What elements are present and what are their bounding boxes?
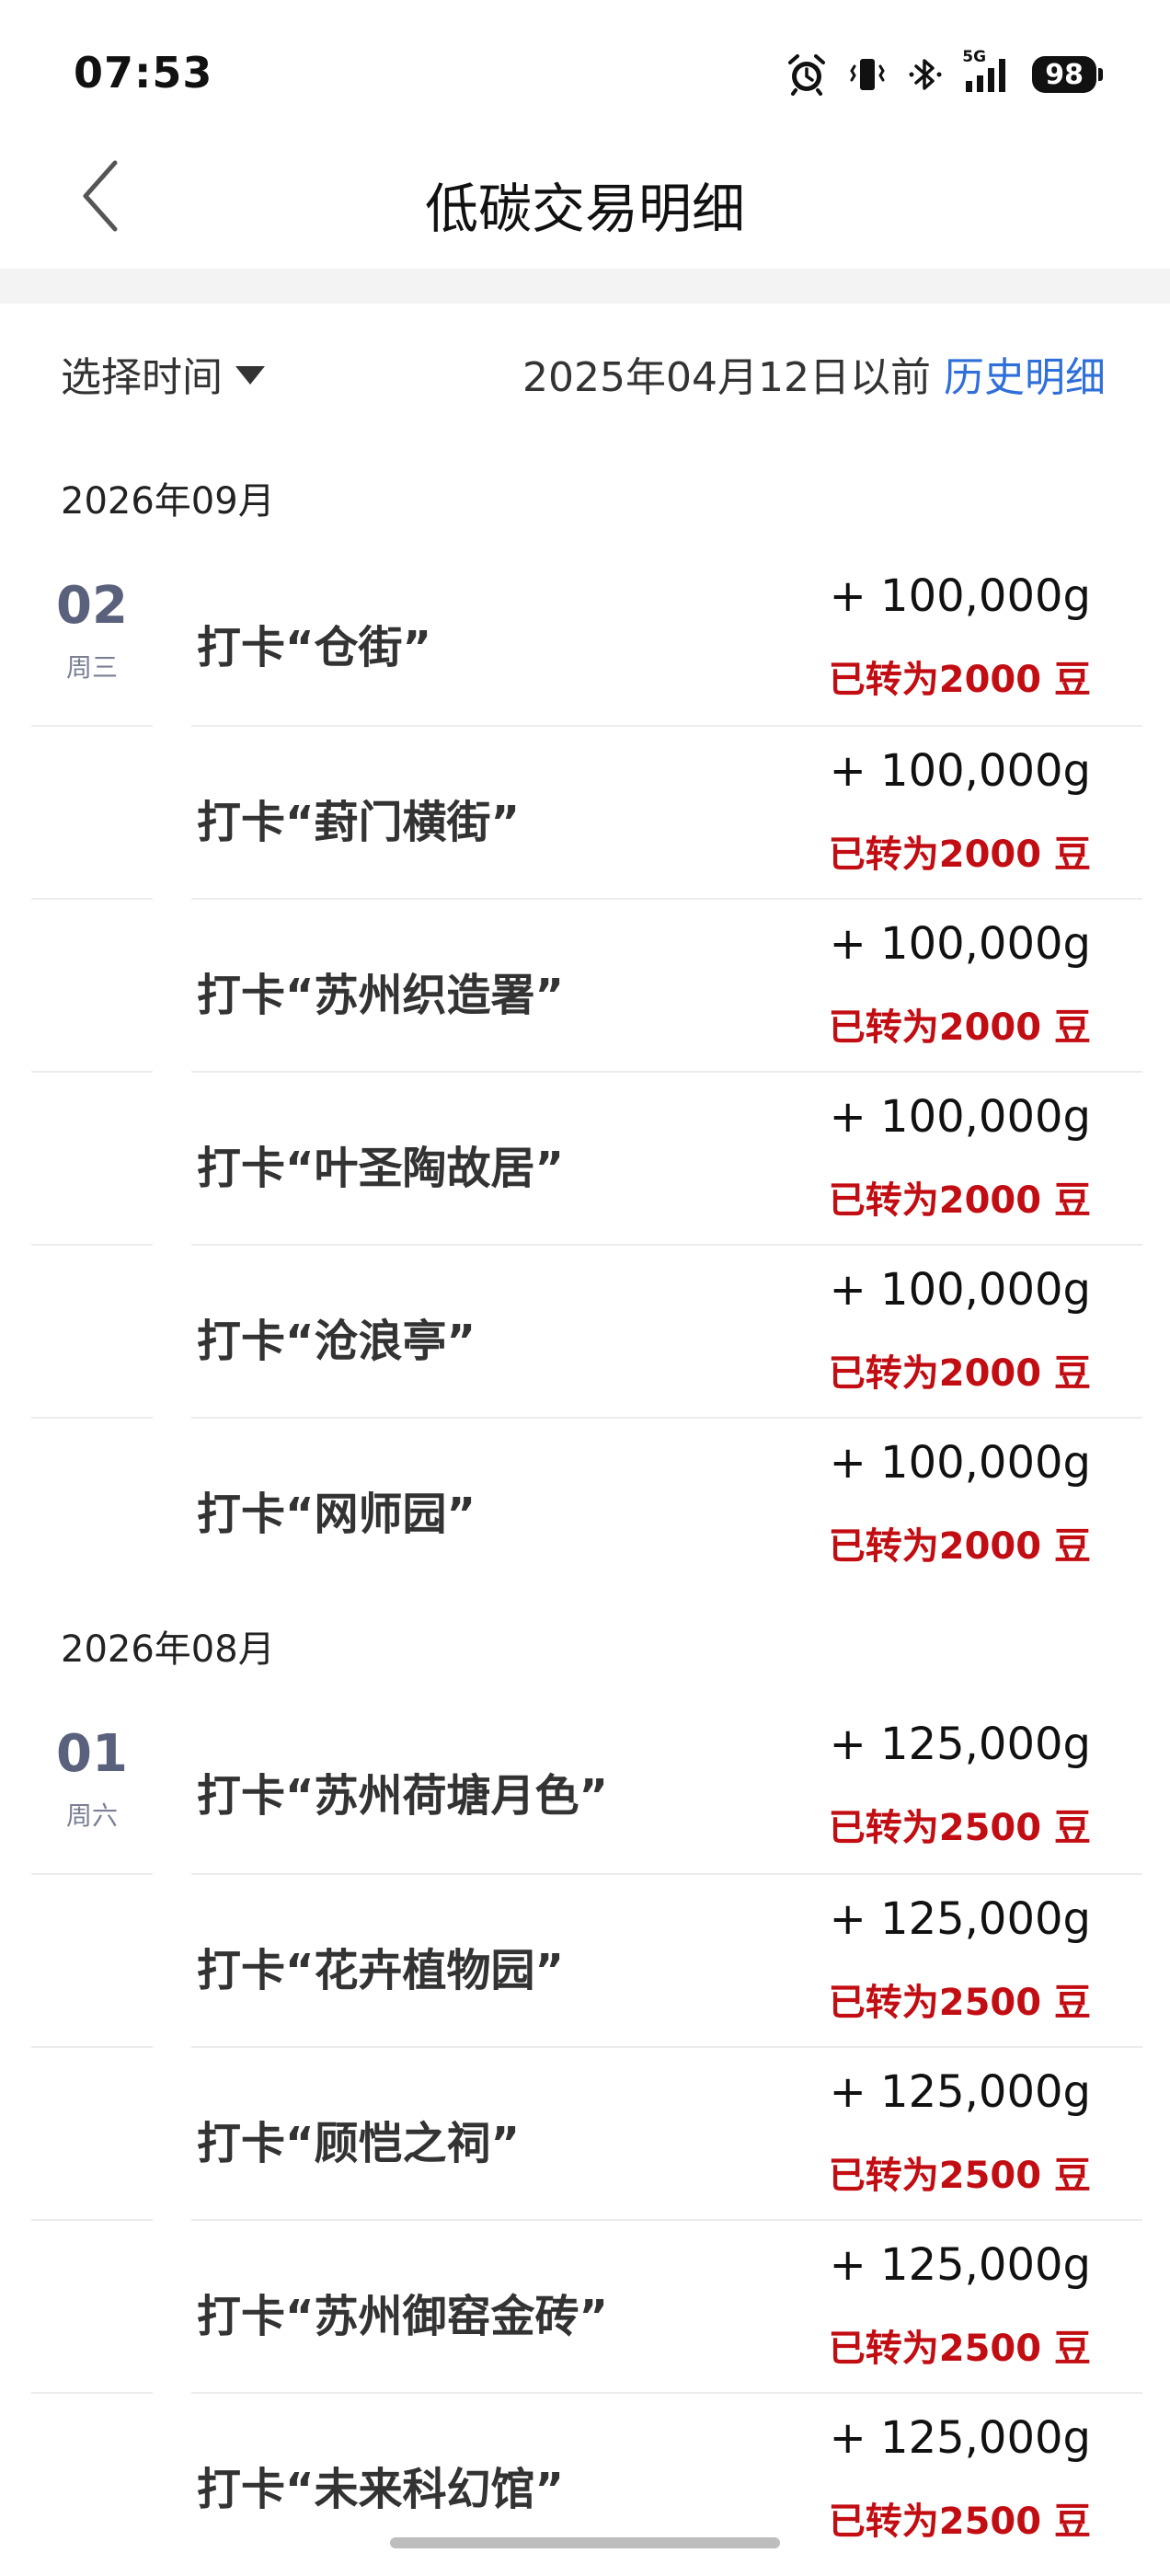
transaction-content: 打卡“葑门横街” + 100,000g 已转为2000 豆 <box>191 725 1142 900</box>
carbon-amount: + 125,000g <box>829 2066 1091 2118</box>
caret-down-icon <box>235 366 265 385</box>
converted-beans: 已转为2000 豆 <box>828 1179 1091 1222</box>
transaction-title: 打卡“苏州御窑金砖” <box>197 2291 609 2342</box>
cellular-signal-icon: 5G <box>962 48 1014 96</box>
transaction-list: 2026年09月 02 周三 打卡“仓街” + 100,000g 已转为2000 豆打卡“… <box>0 442 1170 2565</box>
history-info: 2025年04月12日以前 历史明细 <box>522 344 1106 403</box>
transaction-content: 打卡“花卉植物园” + 125,000g 已转为2500 豆 <box>191 1873 1142 2048</box>
converted-beans: 已转为2500 豆 <box>828 1982 1091 2024</box>
bluetooth-icon <box>907 53 944 96</box>
converted-beans: 已转为2500 豆 <box>828 2501 1091 2543</box>
month-header: 2026年09月 <box>0 442 1170 552</box>
carbon-amount: + 100,000g <box>829 1264 1091 1316</box>
weekday-label: 周三 <box>65 652 118 683</box>
carbon-amount: + 125,000g <box>829 2239 1091 2291</box>
nav-bar: 低碳交易明细 <box>0 138 1170 269</box>
transaction-title: 打卡“苏州织造署” <box>197 970 565 1021</box>
transaction-content: 打卡“顾恺之祠” + 125,000g 已转为2500 豆 <box>191 2046 1142 2221</box>
select-time-dropdown[interactable]: 选择时间 <box>61 344 265 403</box>
page-title: 低碳交易明细 <box>424 178 745 240</box>
transaction-content: 打卡“苏州御窑金砖” + 125,000g 已转为2500 豆 <box>191 2219 1142 2394</box>
carbon-amount: + 125,000g <box>829 1893 1091 1945</box>
history-detail-link[interactable]: 历史明细 <box>944 354 1106 401</box>
converted-beans: 已转为2500 豆 <box>828 2155 1091 2197</box>
month-header: 2026年08月 <box>0 1590 1170 1700</box>
transaction-title: 打卡“叶圣陶故居” <box>197 1143 565 1194</box>
transaction-title: 打卡“网师园” <box>197 1489 476 1540</box>
date-column <box>31 1873 153 2046</box>
transaction-title: 打卡“花卉植物园” <box>197 1945 565 1996</box>
status-time: 07:53 <box>74 48 213 98</box>
converted-beans: 已转为2000 豆 <box>828 659 1091 701</box>
converted-beans: 已转为2000 豆 <box>828 1525 1091 1568</box>
section-divider <box>0 269 1170 304</box>
carbon-amount: + 100,000g <box>829 1437 1091 1489</box>
filter-row: 选择时间 2025年04月12日以前 历史明细 <box>0 304 1170 442</box>
date-column <box>31 2392 153 2565</box>
alarm-icon <box>786 53 828 96</box>
date-column <box>31 898 153 1071</box>
date-column <box>31 2219 153 2392</box>
transaction-row[interactable]: 打卡“沧浪亭” + 100,000g 已转为2000 豆 <box>0 1244 1170 1417</box>
date-column <box>31 1417 153 1590</box>
transaction-row[interactable]: 打卡“苏州织造署” + 100,000g 已转为2000 豆 <box>0 898 1170 1071</box>
home-indicator[interactable] <box>390 2537 780 2548</box>
day-number: 01 <box>56 1724 128 1784</box>
transaction-title: 打卡“未来科幻馆” <box>197 2464 565 2515</box>
day-number: 02 <box>56 576 128 636</box>
transaction-row[interactable]: 打卡“苏州御窑金砖” + 125,000g 已转为2500 豆 <box>0 2219 1170 2392</box>
transaction-content: 打卡“沧浪亭” + 100,000g 已转为2000 豆 <box>191 1244 1142 1419</box>
transaction-row[interactable]: 打卡“花卉植物园” + 125,000g 已转为2500 豆 <box>0 1873 1170 2046</box>
transaction-row[interactable]: 打卡“网师园” + 100,000g 已转为2000 豆 <box>0 1417 1170 1590</box>
carbon-amount: + 125,000g <box>829 1719 1091 1770</box>
converted-beans: 已转为2000 豆 <box>828 1352 1091 1395</box>
transaction-content: 打卡“叶圣陶故居” + 100,000g 已转为2000 豆 <box>191 1071 1142 1246</box>
transaction-content: 打卡“苏州织造署” + 100,000g 已转为2000 豆 <box>191 898 1142 1073</box>
date-column <box>31 725 153 898</box>
converted-beans: 已转为2500 豆 <box>828 2328 1091 2370</box>
converted-beans: 已转为2000 豆 <box>828 1006 1091 1049</box>
carbon-amount: + 125,000g <box>829 2412 1091 2464</box>
transaction-content: 打卡“仓街” + 100,000g 已转为2000 豆 <box>191 552 1142 725</box>
date-column: 01 周六 <box>31 1700 153 1873</box>
transaction-row[interactable]: 02 周三 打卡“仓街” + 100,000g 已转为2000 豆 <box>0 552 1170 725</box>
transaction-row[interactable]: 打卡“顾恺之祠” + 125,000g 已转为2500 豆 <box>0 2046 1170 2219</box>
transaction-title: 打卡“顾恺之祠” <box>197 2118 521 2169</box>
status-icons: 5G 98 <box>786 48 1103 98</box>
carbon-amount: + 100,000g <box>829 1091 1091 1143</box>
battery-icon: 98 <box>1032 56 1103 93</box>
month-label: 2026年08月 <box>61 1628 275 1671</box>
date-column <box>31 2046 153 2219</box>
transaction-title: 打卡“葑门横街” <box>197 797 521 848</box>
carbon-amount: + 100,000g <box>829 918 1091 970</box>
date-column <box>31 1071 153 1244</box>
vibrate-icon <box>846 53 889 96</box>
transaction-title: 打卡“苏州荷塘月色” <box>197 1770 609 1822</box>
month-label: 2026年09月 <box>61 480 275 523</box>
network-type-label: 5G <box>962 48 987 66</box>
transaction-row[interactable]: 01 周六 打卡“苏州荷塘月色” + 125,000g 已转为2500 豆 <box>0 1700 1170 1873</box>
battery-level: 98 <box>1045 58 1084 91</box>
transaction-content: 打卡“网师园” + 100,000g 已转为2000 豆 <box>191 1417 1142 1592</box>
transaction-title: 打卡“仓街” <box>197 622 432 673</box>
transaction-content: 打卡“苏州荷塘月色” + 125,000g 已转为2500 豆 <box>191 1700 1142 1873</box>
carbon-amount: + 100,000g <box>829 745 1091 797</box>
status-bar: 07:53 5G 98 <box>0 0 1170 138</box>
cutoff-date-text: 2025年04月12日以前 <box>522 354 931 401</box>
date-column <box>31 1244 153 1417</box>
date-column: 02 周三 <box>31 552 153 725</box>
transaction-title: 打卡“沧浪亭” <box>197 1316 476 1367</box>
carbon-amount: + 100,000g <box>829 570 1091 622</box>
converted-beans: 已转为2500 豆 <box>828 1807 1091 1849</box>
select-time-label: 选择时间 <box>61 354 223 401</box>
transaction-row[interactable]: 打卡“葑门横街” + 100,000g 已转为2000 豆 <box>0 725 1170 898</box>
transaction-row[interactable]: 打卡“叶圣陶故居” + 100,000g 已转为2000 豆 <box>0 1071 1170 1244</box>
converted-beans: 已转为2000 豆 <box>828 834 1091 876</box>
weekday-label: 周六 <box>65 1800 118 1831</box>
